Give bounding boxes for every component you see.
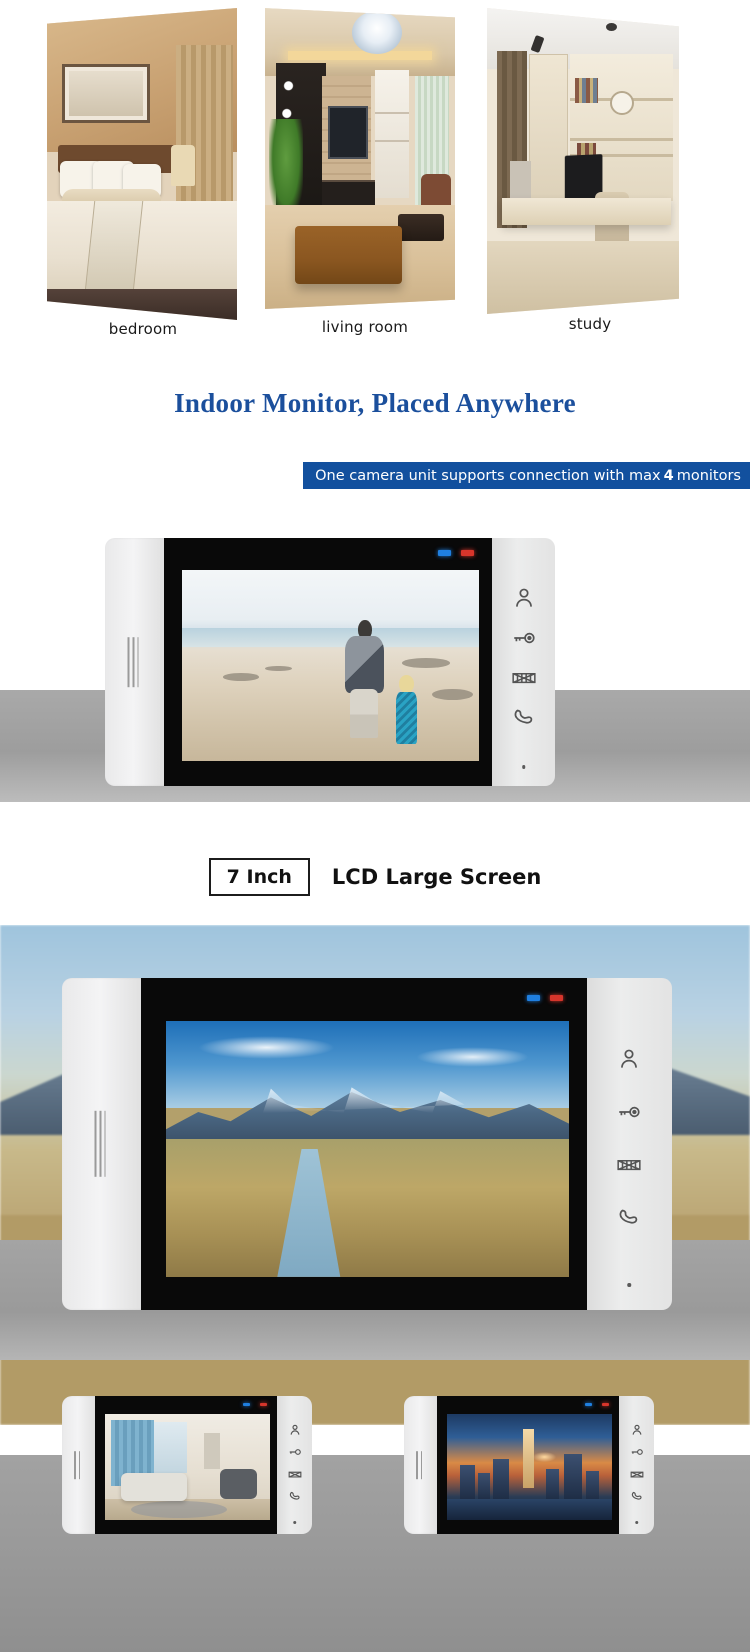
monitor-bezel bbox=[94, 1396, 279, 1534]
person-icon[interactable] bbox=[511, 585, 537, 611]
gate-icon[interactable] bbox=[616, 1151, 642, 1177]
monitor-left-panel bbox=[105, 538, 168, 786]
room-caption-study: study bbox=[568, 315, 612, 333]
handset-icon[interactable] bbox=[288, 1489, 302, 1503]
study-photo bbox=[487, 8, 679, 314]
mountain-river-scene bbox=[165, 1021, 570, 1277]
monitor-screen bbox=[104, 1413, 270, 1521]
power-led bbox=[438, 550, 452, 557]
screen-size-badge: 7 Inch bbox=[208, 858, 310, 896]
status-led bbox=[602, 1402, 610, 1407]
indicator-leds bbox=[438, 550, 475, 557]
screen-size-row: 7 Inch LCD Large Screen bbox=[0, 858, 750, 896]
key-icon[interactable] bbox=[630, 1445, 644, 1459]
key-icon[interactable] bbox=[288, 1445, 302, 1459]
monitor-screen bbox=[165, 1021, 570, 1277]
monitor-bezel bbox=[436, 1396, 621, 1534]
mic-dot bbox=[521, 765, 526, 769]
banner-text-after: monitors bbox=[676, 467, 741, 484]
mic-dot bbox=[634, 1520, 639, 1525]
room-photo-bedroom bbox=[47, 8, 237, 320]
handset-icon[interactable] bbox=[630, 1489, 644, 1503]
section-headline: Indoor Monitor, Placed Anywhere bbox=[174, 388, 576, 418]
status-led bbox=[549, 994, 563, 1001]
handset-icon[interactable] bbox=[511, 704, 537, 730]
gate-icon[interactable] bbox=[511, 664, 537, 690]
monitor-button-panel bbox=[277, 1396, 312, 1534]
indoor-monitor-city bbox=[404, 1396, 654, 1534]
indoor-monitor-hero bbox=[62, 978, 672, 1310]
living-room-photo bbox=[265, 8, 455, 309]
city-skyline-scene bbox=[446, 1413, 612, 1521]
monitor-button-panel bbox=[619, 1396, 654, 1534]
indicator-leds bbox=[526, 994, 563, 1001]
power-led bbox=[526, 994, 540, 1001]
key-icon[interactable] bbox=[511, 625, 537, 651]
mic-dot bbox=[627, 1283, 632, 1287]
beach-scene bbox=[181, 570, 480, 762]
room-caption-bedroom: bedroom bbox=[108, 320, 178, 338]
room-photo-study bbox=[487, 8, 679, 314]
indoor-monitor-room bbox=[62, 1396, 312, 1534]
power-led bbox=[243, 1402, 251, 1407]
speaker-grille bbox=[416, 1451, 423, 1479]
bedroom-photo bbox=[47, 8, 237, 320]
monitor-screen bbox=[181, 570, 480, 762]
handset-icon[interactable] bbox=[616, 1204, 642, 1230]
person-icon[interactable] bbox=[288, 1423, 302, 1437]
mic-dot bbox=[292, 1520, 297, 1525]
monitor-button-panel bbox=[586, 978, 672, 1310]
indicator-leds bbox=[243, 1402, 268, 1407]
screen-size-label: LCD Large Screen bbox=[331, 865, 542, 889]
monitor-bezel bbox=[163, 538, 495, 786]
product-detail-page: bedroom living room study Indoor Monitor… bbox=[0, 0, 750, 1652]
monitor-left-panel bbox=[62, 1396, 97, 1534]
indoor-monitor-beach bbox=[105, 538, 555, 786]
gate-icon[interactable] bbox=[630, 1467, 644, 1481]
person-icon[interactable] bbox=[630, 1423, 644, 1437]
status-led bbox=[260, 1402, 268, 1407]
monitor-left-panel bbox=[404, 1396, 439, 1534]
key-icon[interactable] bbox=[616, 1099, 642, 1125]
speaker-grille bbox=[94, 1110, 106, 1178]
power-led bbox=[585, 1402, 593, 1407]
banner-monitor-count: 4 bbox=[663, 467, 674, 484]
living-room-scene bbox=[104, 1413, 270, 1521]
indicator-leds bbox=[585, 1402, 610, 1407]
gate-icon[interactable] bbox=[288, 1467, 302, 1481]
room-gallery: bedroom living room study bbox=[0, 0, 750, 355]
feature-banner: One camera unit supports connection with… bbox=[303, 462, 750, 489]
monitor-left-panel bbox=[62, 978, 148, 1310]
speaker-grille bbox=[74, 1451, 81, 1479]
status-led bbox=[461, 550, 475, 557]
speaker-grille bbox=[127, 637, 139, 687]
room-caption-living-room: living room bbox=[321, 318, 409, 336]
room-photo-living-room bbox=[265, 8, 455, 309]
monitor-bezel bbox=[141, 978, 590, 1310]
monitor-button-panel bbox=[492, 538, 555, 786]
person-icon[interactable] bbox=[616, 1046, 642, 1072]
banner-text-before: One camera unit supports connection with… bbox=[315, 467, 661, 484]
monitor-screen bbox=[446, 1413, 612, 1521]
